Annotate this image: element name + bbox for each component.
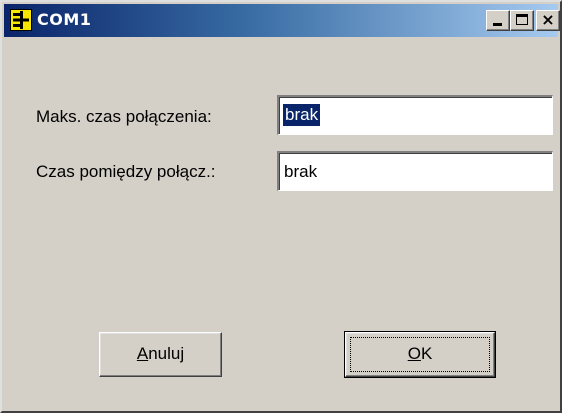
max-connection-time-label: Maks. czas połączenia: [36, 107, 212, 126]
ok-label-rest: K [420, 344, 433, 363]
serial-port-icon[interactable] [10, 9, 32, 31]
maximize-icon [516, 14, 528, 25]
window-title: COM1 [37, 10, 92, 29]
ok-button[interactable]: OK [344, 331, 496, 378]
time-between-connections-input[interactable] [277, 151, 553, 191]
dialog-window: COM1 × Maks. czas połączenia: brak Czas … [0, 0, 562, 413]
close-icon: × [541, 10, 555, 29]
time-between-connections-label: Czas pomiędzy połącz.: [36, 162, 216, 181]
maximize-button[interactable] [510, 10, 534, 31]
cancel-mnemonic: A [136, 344, 149, 363]
ok-mnemonic: O [407, 344, 421, 363]
cancel-button[interactable]: Anuluj [99, 332, 222, 377]
minimize-icon [493, 23, 502, 26]
minimize-button[interactable] [486, 10, 510, 31]
title-bar[interactable]: COM1 × [4, 4, 560, 37]
close-button[interactable]: × [536, 10, 560, 31]
cancel-label-rest: nuluj [148, 344, 185, 363]
max-connection-time-input[interactable] [277, 95, 553, 135]
